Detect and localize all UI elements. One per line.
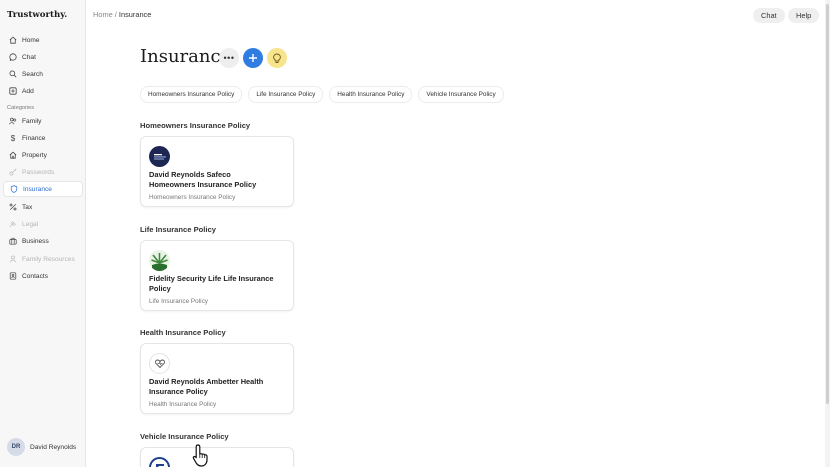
fidelity-logo-icon (149, 250, 170, 271)
home-icon (9, 36, 17, 44)
card-title: David Reynolds Safeco Homeowners Insuran… (149, 170, 257, 189)
user-name: David Reynolds (30, 443, 77, 451)
gavel-icon (9, 220, 17, 228)
app-logo[interactable]: Trustworthy. (7, 10, 67, 20)
sidebar-item-label: Property (22, 151, 47, 159)
tab-homeowners[interactable]: Homeowners Insurance Policy (140, 86, 243, 103)
family-icon (9, 117, 17, 125)
card-title: David Reynolds Ambetter Health Insurance… (149, 377, 264, 396)
policy-card-vehicle[interactable] (140, 447, 294, 467)
policy-card-life[interactable]: Fidelity Security Life Life Insurance Po… (140, 240, 294, 311)
help-button[interactable]: Help (788, 8, 820, 23)
add-button[interactable] (243, 48, 263, 68)
breadcrumb-separator: / (114, 10, 117, 19)
section-title-health: Health Insurance Policy (140, 328, 226, 337)
sidebar-item-label: Family Resources (22, 255, 75, 263)
breadcrumb-current: Insurance (118, 10, 152, 19)
sidebar-item-chat[interactable]: Chat (3, 49, 83, 65)
tab-life[interactable]: Life Insurance Policy (248, 86, 324, 103)
search-icon (9, 70, 17, 78)
breadcrumb: Home / Insurance (93, 10, 151, 19)
sidebar-item-family[interactable]: Family (3, 113, 83, 129)
tips-button[interactable] (267, 48, 287, 68)
chat-button[interactable]: Chat (753, 8, 785, 23)
sidebar-item-label: Add (22, 87, 34, 95)
avatar: DR (7, 438, 25, 456)
sidebar-item-label: Tax (22, 203, 33, 211)
sidebar: Trustworthy. Home Chat Search Add Catego… (0, 0, 86, 467)
card-subtitle: Health Insurance Policy (149, 401, 217, 408)
categories-label: Categories (7, 105, 35, 111)
sidebar-item-contacts[interactable]: Contacts (3, 268, 83, 284)
ellipsis-icon: ••• (223, 53, 235, 63)
sidebar-item-family-resources[interactable]: Family Resources (3, 251, 83, 267)
sidebar-item-label: Legal (22, 220, 39, 228)
sidebar-item-label: Chat (22, 53, 36, 61)
briefcase-icon (9, 237, 17, 245)
breadcrumb-home[interactable]: Home (93, 10, 113, 19)
sidebar-item-label: Insurance (23, 185, 52, 193)
sidebar-item-passwords[interactable]: Passwords (3, 164, 83, 180)
key-icon (9, 168, 17, 176)
ambetter-logo-icon (149, 353, 170, 374)
page-title: Insurance (140, 46, 232, 67)
user-profile[interactable]: DR David Reynolds (7, 438, 76, 456)
chat-icon (9, 53, 17, 61)
sidebar-item-label: Family (22, 117, 42, 125)
dollar-icon: $ (10, 133, 16, 143)
property-icon (9, 151, 17, 159)
percent-icon (9, 203, 17, 211)
lightbulb-icon (273, 53, 281, 63)
sidebar-item-add[interactable]: Add (3, 83, 83, 99)
tab-vehicle[interactable]: Vehicle Insurance Policy (418, 86, 504, 103)
sidebar-item-insurance[interactable]: Insurance (3, 181, 83, 197)
more-options-button[interactable]: ••• (219, 48, 239, 68)
sidebar-item-label: Business (22, 237, 49, 245)
sidebar-item-label: Home (22, 36, 40, 44)
scrollbar-thumb[interactable] (826, 4, 829, 404)
sidebar-item-legal[interactable]: Legal (3, 216, 83, 232)
section-title-homeowners: Homeowners Insurance Policy (140, 121, 251, 130)
policy-card-health[interactable]: David Reynolds Ambetter Health Insurance… (140, 343, 294, 414)
sidebar-item-business[interactable]: Business (3, 233, 83, 249)
shield-icon (10, 185, 18, 193)
sidebar-item-label: Passwords (22, 168, 55, 176)
section-title-life: Life Insurance Policy (140, 225, 216, 234)
card-title: Fidelity Security Life Life Insurance Po… (149, 274, 274, 293)
section-title-vehicle: Vehicle Insurance Policy (140, 432, 229, 441)
policy-tabs: Homeowners Insurance Policy Life Insuran… (140, 86, 510, 103)
mouse-pointer-icon (192, 444, 208, 467)
people-icon (9, 255, 17, 263)
card-subtitle: Life Insurance Policy (149, 298, 208, 305)
sidebar-item-search[interactable]: Search (3, 66, 83, 82)
sidebar-item-label: Contacts (22, 272, 49, 280)
contacts-icon (9, 272, 17, 280)
sidebar-item-tax[interactable]: Tax (3, 199, 83, 215)
sidebar-item-finance[interactable]: $ Finance (3, 130, 83, 146)
plus-icon (249, 54, 257, 62)
sidebar-item-home[interactable]: Home (3, 32, 83, 48)
scrollbar[interactable] (825, 0, 830, 467)
safeco-logo-icon (149, 146, 170, 167)
sidebar-item-label: Finance (22, 134, 46, 142)
vehicle-insurer-logo-icon (149, 457, 170, 467)
tab-health[interactable]: Health Insurance Policy (329, 86, 413, 103)
add-icon (9, 87, 17, 95)
sidebar-item-property[interactable]: Property (3, 147, 83, 163)
policy-card-homeowners[interactable]: David Reynolds Safeco Homeowners Insuran… (140, 136, 294, 207)
sidebar-item-label: Search (22, 70, 43, 78)
card-subtitle: Homeowners Insurance Policy (149, 194, 236, 201)
